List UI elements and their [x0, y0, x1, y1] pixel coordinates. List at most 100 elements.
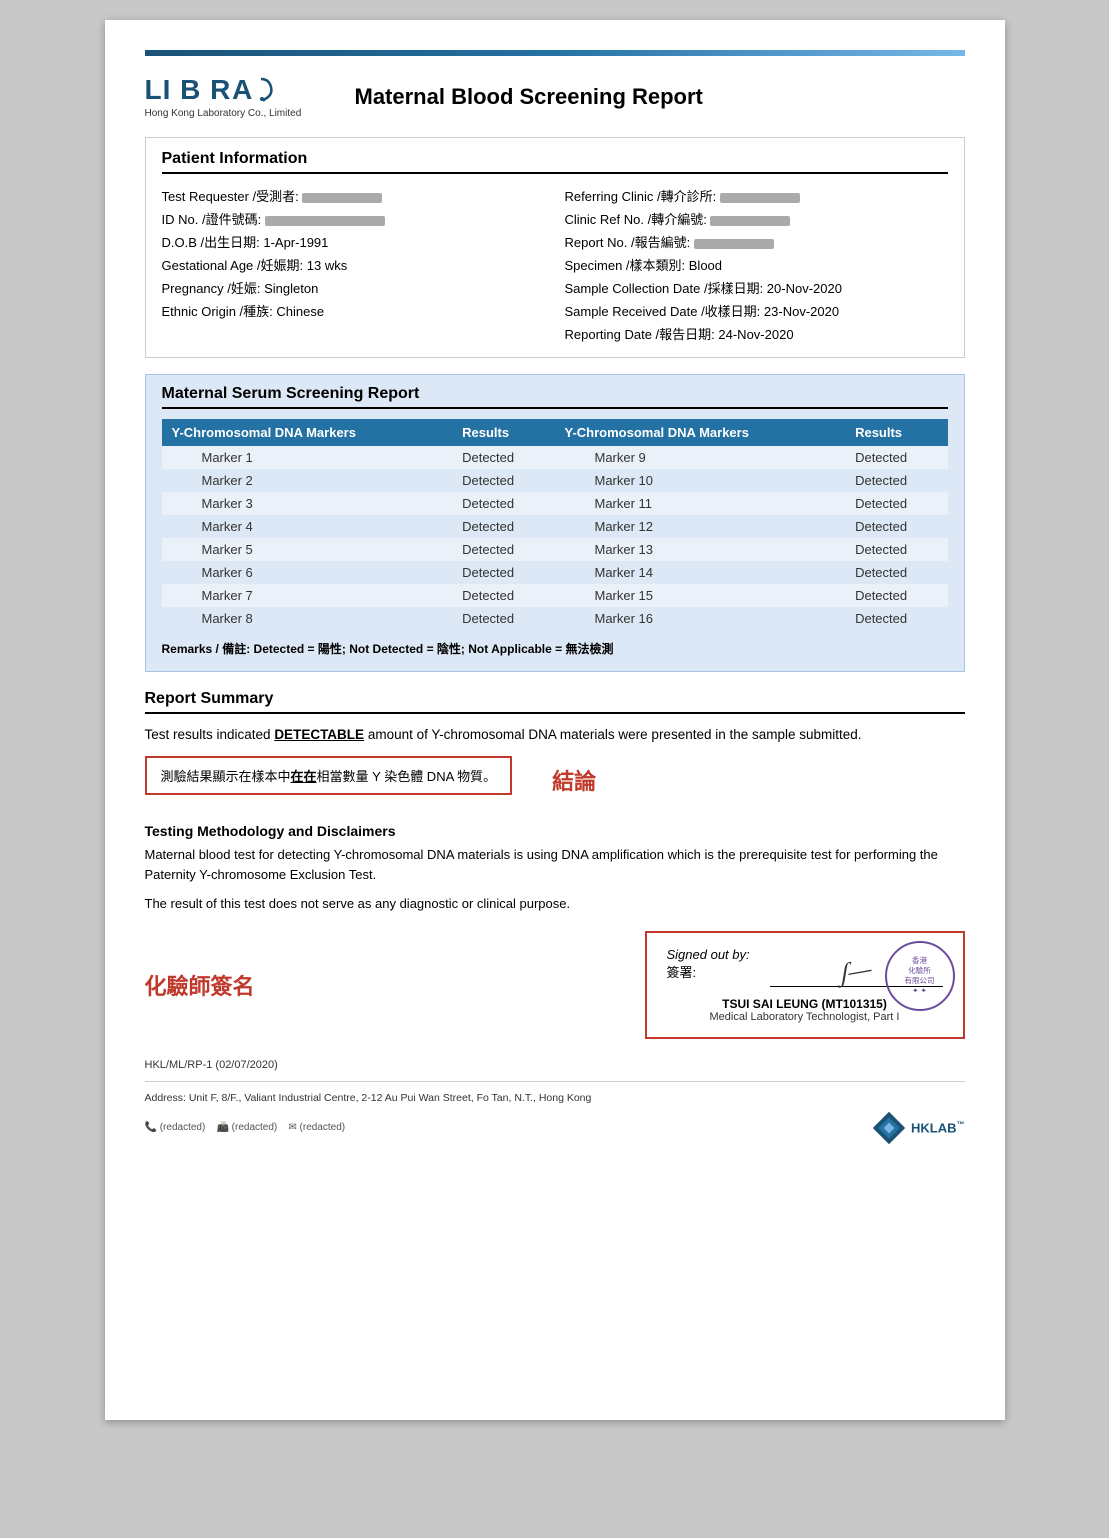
specimen-label: Specimen /樣本類別: — [565, 258, 689, 273]
summary-text: Test results indicated DETECTABLE amount… — [145, 724, 965, 746]
footer-address: Address: Unit F, 8/F., Valiant Industria… — [145, 1081, 965, 1146]
marker-right: Marker 11 — [554, 492, 845, 515]
detectable-word: DETECTABLE — [274, 727, 364, 742]
reporting-label: Reporting Date /報告日期: — [565, 327, 719, 342]
patient-row-id: ID No. /證件號碼: — [162, 207, 545, 230]
logo-r: A — [231, 74, 252, 106]
chinese-text2: 相當數量 Y 染色體 DNA 物質。 — [317, 769, 497, 784]
marker-right: Marker 14 — [554, 561, 845, 584]
table-row: Marker 3 Detected Marker 11 Detected — [162, 492, 948, 515]
patient-row-requester: Test Requester /受測者: — [162, 184, 545, 207]
ethnic-value: Chinese — [276, 304, 324, 319]
result-right: Detected — [845, 584, 947, 607]
marker-right: Marker 10 — [554, 469, 845, 492]
hklab-tm: ™ — [957, 1120, 965, 1129]
marker-right: Marker 13 — [554, 538, 845, 561]
signed-out-labels: Signed out by: 簽署: — [667, 947, 750, 981]
methodology-title: Testing Methodology and Disclaimers — [145, 823, 965, 839]
stamp-text-lab: 化驗所 — [908, 966, 931, 976]
summary-box: 測驗結果顯示在樣本中在在相當數量 Y 染色體 DNA 物質。 — [145, 756, 513, 795]
result-right: Detected — [845, 446, 947, 469]
marker-left: Marker 6 — [162, 561, 453, 584]
table-row: Marker 1 Detected Marker 9 Detected — [162, 446, 948, 469]
received-value: 23-Nov-2020 — [764, 304, 839, 319]
marker-right: Marker 15 — [554, 584, 845, 607]
marker-left: Marker 3 — [162, 492, 453, 515]
summary-chinese: 測驗結果顯示在樣本中在在相當數量 Y 染色體 DNA 物質。 — [161, 766, 497, 785]
signer-title: Medical Laboratory Technologist, Part I — [667, 1011, 943, 1023]
result-left: Detected — [452, 584, 554, 607]
col2-header: Results — [452, 419, 554, 446]
patient-row-gestational: Gestational Age /妊娠期: 13 wks — [162, 253, 545, 276]
logo: LI B RA — [145, 74, 275, 106]
patient-row-dob: D.O.B /出生日期: 1-Apr-1991 — [162, 230, 545, 253]
summary-text-after: amount of Y-chromosomal DNA materials we… — [364, 727, 862, 742]
table-row: Marker 6 Detected Marker 14 Detected — [162, 561, 948, 584]
result-left: Detected — [452, 515, 554, 538]
signature-section: 化驗師簽名 香港 化驗所 有限公司 ✦ ✦ Signed out by: 簽署:… — [145, 931, 965, 1039]
result-left: Detected — [452, 607, 554, 630]
chinese-text1: 測驗結果顯示在樣本中 — [161, 769, 291, 784]
hklab-logo: HKLAB™ — [871, 1110, 965, 1146]
pregnancy-label: Pregnancy /妊娠: — [162, 281, 265, 296]
report-header: LI B RA Hong Kong Laboratory Co., Limite… — [145, 74, 965, 119]
result-right: Detected — [845, 515, 947, 538]
marker-right: Marker 16 — [554, 607, 845, 630]
footer-fax: 📠 (redacted) — [216, 1122, 277, 1133]
marker-left: Marker 4 — [162, 515, 453, 538]
clinicref-value — [710, 216, 790, 226]
patient-row-clinic: Referring Clinic /轉介診所: — [565, 184, 948, 207]
collection-label: Sample Collection Date /採樣日期: — [565, 281, 767, 296]
result-right: Detected — [845, 469, 947, 492]
logo-subtitle: Hong Kong Laboratory Co., Limited — [145, 108, 302, 119]
top-bar — [145, 50, 965, 56]
signature-box: 香港 化驗所 有限公司 ✦ ✦ Signed out by: 簽署: ʃ— TS… — [645, 931, 965, 1039]
report-page: LI B RA Hong Kong Laboratory Co., Limite… — [105, 20, 1005, 1420]
clinicref-label: Clinic Ref No. /轉介編號: — [565, 212, 711, 227]
patient-row-ethnic: Ethnic Origin /種族: Chinese — [162, 299, 545, 322]
doc-ref: HKL/ML/RP-1 (02/07/2020) — [145, 1059, 965, 1071]
marker-right: Marker 9 — [554, 446, 845, 469]
result-left: Detected — [452, 561, 554, 584]
pregnancy-value: Singleton — [264, 281, 318, 296]
summary-section: Report Summary Test results indicated DE… — [145, 690, 965, 805]
table-row: Marker 2 Detected Marker 10 Detected — [162, 469, 948, 492]
marker-left: Marker 8 — [162, 607, 453, 630]
patient-row-reporting: Reporting Date /報告日期: 24-Nov-2020 — [565, 322, 948, 345]
marker-left: Marker 1 — [162, 446, 453, 469]
summary-box-row: 測驗結果顯示在樣本中在在相當數量 Y 染色體 DNA 物質。 結論 — [145, 756, 965, 805]
patient-row-pregnancy: Pregnancy /妊娠: Singleton — [162, 276, 545, 299]
result-left: Detected — [452, 469, 554, 492]
patient-row-specimen: Specimen /樣本類別: Blood — [565, 253, 948, 276]
marker-right: Marker 12 — [554, 515, 845, 538]
requester-label: Test Requester /受測者: — [162, 189, 303, 204]
gestational-label: Gestational Age /妊娠期: — [162, 258, 307, 273]
chinese-bold: 在在 — [291, 769, 317, 784]
col1-header: Y-Chromosomal DNA Markers — [162, 419, 453, 446]
patient-info-right: Referring Clinic /轉介診所: Clinic Ref No. /… — [565, 184, 948, 345]
collection-value: 20-Nov-2020 — [767, 281, 842, 296]
marker-left: Marker 5 — [162, 538, 453, 561]
jielun-label: 結論 — [552, 764, 596, 796]
patient-info-grid: Test Requester /受測者: ID No. /證件號碼: D.O.B… — [162, 184, 948, 345]
report-title: Maternal Blood Screening Report — [355, 84, 965, 110]
result-right: Detected — [845, 538, 947, 561]
col4-header: Results — [845, 419, 947, 446]
id-label: ID No. /證件號碼: — [162, 212, 265, 227]
summary-text-before: Test results indicated — [145, 727, 275, 742]
methodology-text1: Maternal blood test for detecting Y-chro… — [145, 845, 965, 887]
stamp-text-top: 香港 — [912, 956, 927, 966]
stamp-text-co: 有限公司 — [905, 976, 935, 986]
received-label: Sample Received Date /收樣日期: — [565, 304, 764, 319]
result-left: Detected — [452, 492, 554, 515]
dob-value: 1-Apr-1991 — [263, 235, 328, 250]
ethnic-label: Ethnic Origin /種族: — [162, 304, 277, 319]
clinic-value — [720, 193, 800, 203]
hklab-diamond-icon — [871, 1110, 907, 1146]
patient-info-title: Patient Information — [162, 150, 948, 174]
patient-row-collection: Sample Collection Date /採樣日期: 20-Nov-202… — [565, 276, 948, 299]
patient-info-section: Patient Information Test Requester /受測者:… — [145, 137, 965, 358]
chemist-label: 化驗師簽名 — [145, 969, 255, 1001]
hklab-text: HKLAB™ — [911, 1120, 965, 1135]
footer-email: ✉ (redacted) — [288, 1122, 345, 1133]
